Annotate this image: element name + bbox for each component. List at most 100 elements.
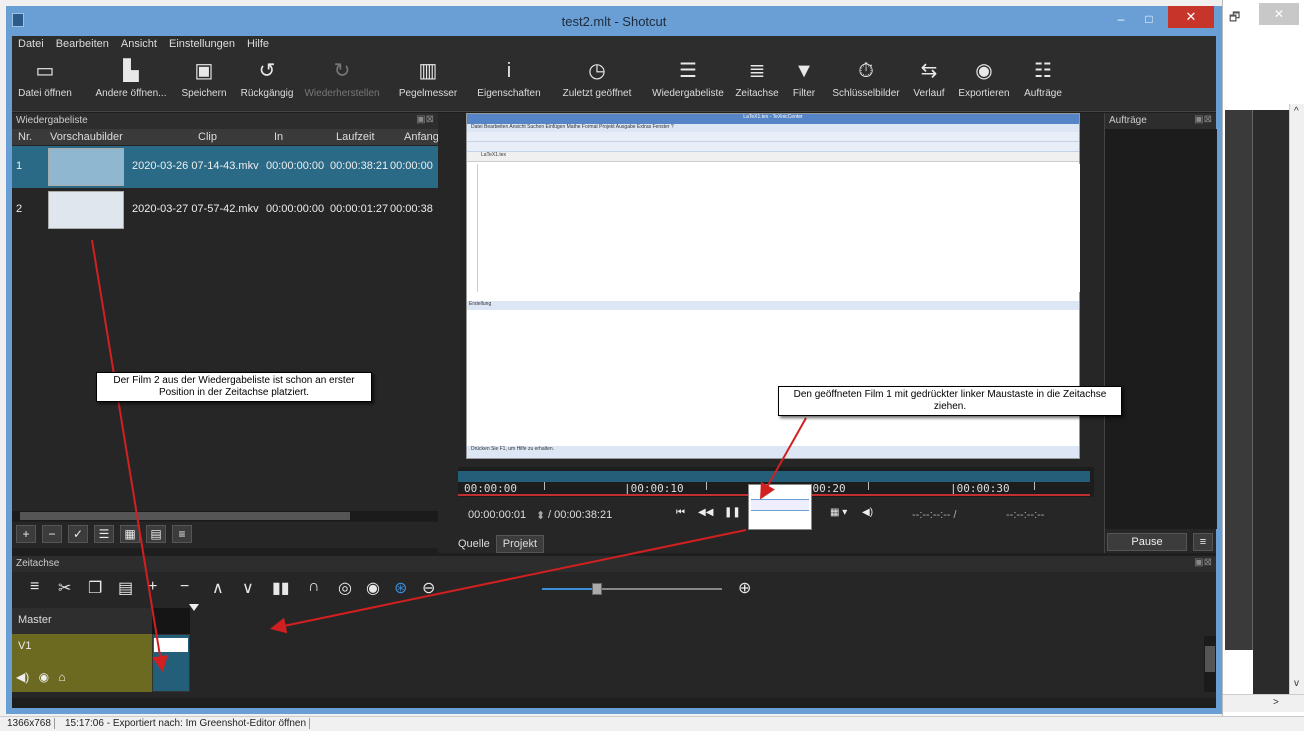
update-icon[interactable]: ✓ <box>68 525 88 543</box>
grid-icon[interactable]: ▦ ▾ <box>830 507 847 518</box>
column-duration[interactable]: Laufzeit <box>336 131 375 143</box>
ruler-mark <box>868 482 869 490</box>
recent-button[interactable]: ◷ Zuletzt geöffnet <box>552 54 642 112</box>
snap-icon[interactable]: ∩ <box>308 578 320 596</box>
playlist-menu-icon[interactable]: ≡ <box>172 525 192 543</box>
keyframes-button[interactable]: ⏱ Schlüsselbilder <box>826 54 906 112</box>
export-button[interactable]: ◉ Exportieren <box>954 54 1014 112</box>
scrollbar-handle[interactable] <box>20 512 350 520</box>
background-titlebar: 🗗 ✕ <box>1223 0 1304 36</box>
pause-button[interactable]: Pause <box>1107 533 1187 551</box>
icons-view-icon[interactable]: ▤ <box>146 525 166 543</box>
maximize-button[interactable]: □ <box>1136 10 1162 28</box>
scroll-right-icon[interactable]: > <box>1273 697 1279 708</box>
dock-float-close-icon[interactable]: ▣⊠ <box>416 114 434 125</box>
timeline-scrollbar[interactable] <box>1204 636 1216 692</box>
ripple-all-icon[interactable]: ⊛ <box>394 578 407 598</box>
v1-track-header[interactable]: V1 ◀) ◉ ⌂ <box>12 634 152 692</box>
jobs-menu-icon[interactable]: ≡ <box>1193 533 1213 551</box>
preview-toolbar <box>467 132 1079 142</box>
copy-icon[interactable]: ❐ <box>88 578 102 598</box>
menu-einstellungen[interactable]: Einstellungen <box>163 36 241 50</box>
ripple-icon[interactable]: ◉ <box>366 578 380 598</box>
master-track-header[interactable]: Master <box>12 608 152 634</box>
close-button[interactable]: ✕ <box>1168 6 1214 28</box>
horizontal-scrollbar[interactable]: > <box>1223 694 1304 712</box>
row-number: 2 <box>16 203 23 215</box>
column-clip[interactable]: Clip <box>198 131 217 143</box>
append-icon[interactable]: + <box>148 578 157 596</box>
paste-icon[interactable]: ▤ <box>118 578 133 598</box>
open-other-button[interactable]: ▙ Andere öffnen... <box>92 54 170 112</box>
menu-bar: Datei Bearbeiten Ansicht Einstellungen Hilfe <box>12 36 1216 54</box>
open-other-icon: ▙ <box>123 60 139 82</box>
zoom-slider[interactable] <box>542 583 722 595</box>
scroll-down-icon[interactable]: v <box>1294 678 1299 689</box>
menu-bearbeiten[interactable]: Bearbeiten <box>50 36 115 50</box>
zoom-slider-handle[interactable] <box>592 583 602 595</box>
remove-icon[interactable]: − <box>42 525 62 543</box>
scroll-up-icon[interactable]: ^ <box>1294 106 1299 117</box>
meter-button[interactable]: ▥ Pegelmesser <box>398 54 458 112</box>
lift-icon[interactable]: ∧ <box>212 578 224 598</box>
playlist-button[interactable]: ☰ Wiedergabeliste <box>648 54 728 112</box>
properties-button[interactable]: i Eigenschaften <box>474 54 544 112</box>
timeline-clip[interactable] <box>152 634 190 692</box>
eye-icon[interactable]: ◉ <box>39 670 49 684</box>
details-view-icon[interactable]: ☰ <box>94 525 114 543</box>
skip-previous-icon[interactable]: ⏮ <box>676 507 685 518</box>
preview-toolbar <box>467 142 1079 152</box>
open-file-button[interactable]: ▭ Datei öffnen <box>16 54 74 112</box>
pause-icon[interactable]: ❚❚ <box>724 507 741 518</box>
timeline-menu-icon[interactable]: ≡ <box>30 578 39 596</box>
lock-icon[interactable]: ⌂ <box>58 670 65 684</box>
filter-button[interactable]: ▼ Filter <box>786 54 822 112</box>
playlist-row[interactable]: 2 2020-03-27 07-57-42.mkv 00:00:00:00 00… <box>12 189 438 231</box>
position-timecode[interactable]: 00:00:00:01 <box>468 509 526 521</box>
zoom-out-icon[interactable]: ⊖ <box>422 578 435 598</box>
timecode-spinner-icon[interactable]: ⬍ <box>536 509 545 522</box>
menu-datei[interactable]: Datei <box>12 36 50 50</box>
tab-project[interactable]: Projekt <box>495 535 545 553</box>
tab-source[interactable]: Quelle <box>452 536 496 552</box>
save-button[interactable]: ▣ Speichern <box>176 54 232 112</box>
dock-float-close-icon[interactable]: ▣⊠ <box>1194 557 1212 568</box>
history-button[interactable]: ⇆ Verlauf <box>908 54 950 112</box>
playhead[interactable] <box>189 604 199 611</box>
vertical-scrollbar[interactable]: ^ v <box>1289 104 1304 694</box>
dock-float-close-icon[interactable]: ▣⊠ <box>1194 114 1212 125</box>
column-nr[interactable]: Nr. <box>18 131 32 143</box>
scrollbar-handle[interactable] <box>1205 646 1215 672</box>
overwrite-icon[interactable]: ∨ <box>242 578 254 598</box>
meter-icon: ▥ <box>418 60 438 82</box>
add-icon[interactable]: + <box>16 525 36 543</box>
column-start[interactable]: Anfang <box>404 131 439 143</box>
minimize-button[interactable]: – <box>1108 10 1134 28</box>
remove-icon[interactable]: − <box>180 578 189 596</box>
volume-icon[interactable]: ◀) <box>862 507 873 518</box>
ruler-mark <box>1034 482 1035 490</box>
redo-button[interactable]: ↻ Wiederherstellen <box>300 54 384 112</box>
preview-title: LaTeX1.tex - TeXnicCenter <box>467 114 1079 124</box>
zoom-in-icon[interactable]: ⊕ <box>738 578 751 598</box>
playlist-row[interactable]: 1 2020-03-26 07-14-43.mkv 00:00:00:00 00… <box>12 146 438 188</box>
split-icon[interactable]: ▮▮ <box>272 578 290 598</box>
mute-icon[interactable]: ◀) <box>16 670 29 684</box>
jobs-button[interactable]: ☷ Aufträge <box>1018 54 1068 112</box>
column-in[interactable]: In <box>274 131 283 143</box>
playlist-scrollbar[interactable] <box>12 511 438 521</box>
scrub-icon[interactable]: ◎ <box>338 578 352 598</box>
cut-icon[interactable]: ✂ <box>58 578 71 598</box>
undo-button[interactable]: ↺ Rückgängig <box>238 54 296 112</box>
timeline-button[interactable]: ≣ Zeitachse <box>732 54 782 112</box>
column-thumbnails[interactable]: Vorschaubilder <box>50 131 123 143</box>
restore-button[interactable]: 🗗 <box>1229 8 1240 29</box>
clock-icon: ◷ <box>588 60 606 82</box>
rewind-icon[interactable]: ◀◀ <box>698 507 713 518</box>
tiles-view-icon[interactable]: ▦ <box>120 525 140 543</box>
clip-thumbnail <box>48 148 124 186</box>
background-close-button[interactable]: ✕ <box>1259 3 1299 25</box>
title-bar: test2.mlt - Shotcut – □ ✕ <box>6 6 1222 36</box>
menu-ansicht[interactable]: Ansicht <box>115 36 163 50</box>
menu-hilfe[interactable]: Hilfe <box>241 36 275 50</box>
